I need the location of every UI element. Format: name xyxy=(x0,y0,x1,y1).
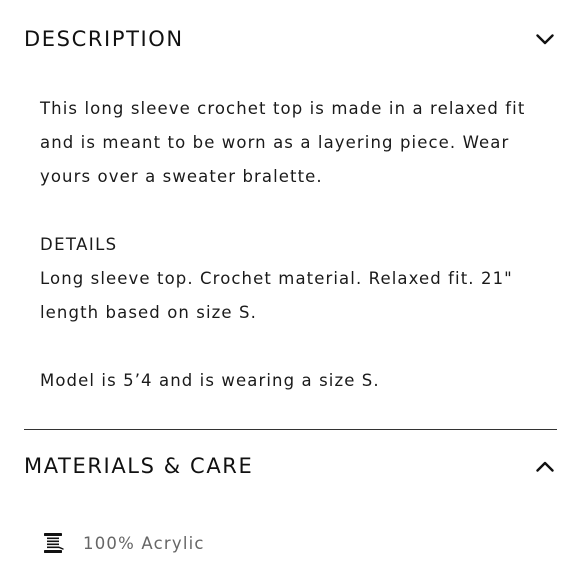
materials-accordion-header[interactable]: MATERIALS & CARE xyxy=(24,446,557,486)
materials-title: MATERIALS & CARE xyxy=(24,454,254,478)
material-label: 100% Acrylic xyxy=(83,533,205,553)
model-size-text: Model is 5’4 and is wearing a size S. xyxy=(40,371,380,390)
details-text: Long sleeve top. Crochet material. Relax… xyxy=(40,269,513,322)
description-title: DESCRIPTION xyxy=(24,27,184,51)
section-divider xyxy=(24,429,557,430)
description-paragraph: This long sleeve crochet top is made in … xyxy=(40,99,526,186)
chevron-up-icon[interactable] xyxy=(535,456,555,476)
spool-icon xyxy=(40,530,66,556)
chevron-down-icon[interactable] xyxy=(535,29,555,49)
description-accordion-header[interactable]: DESCRIPTION xyxy=(24,19,557,59)
details-heading: DETAILS xyxy=(40,235,118,254)
material-item: 100% Acrylic xyxy=(40,528,205,558)
